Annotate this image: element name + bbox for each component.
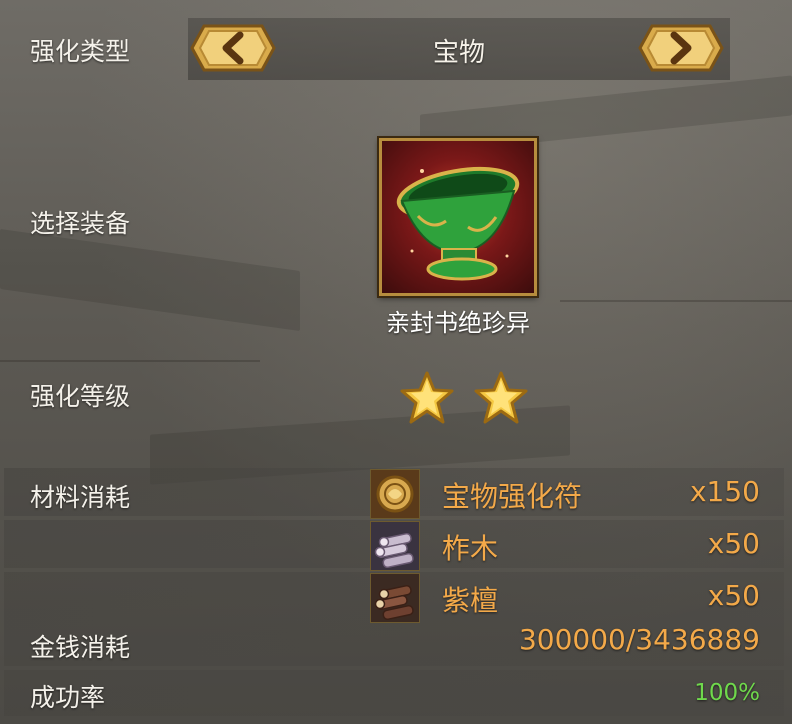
success-rate-label: 成功率 [30, 683, 106, 712]
success-rate-value: 100% [694, 680, 760, 706]
material-name: 宝物强化符 [442, 480, 583, 513]
material-quantity: x150 [689, 475, 760, 508]
enhance-level-label: 强化等级 [30, 382, 131, 411]
background-beam [560, 300, 792, 302]
money-value: 300000/3436889 [518, 623, 760, 656]
success-rate-row [4, 670, 784, 716]
jade-bowl-icon [396, 166, 520, 281]
star-icon [472, 370, 530, 426]
treasure-talisman-icon[interactable] [370, 469, 420, 519]
enhance-type-label: 强化类型 [30, 37, 131, 66]
background-beam [0, 360, 260, 362]
material-quantity: x50 [707, 579, 760, 612]
previous-type-button[interactable] [182, 18, 284, 78]
oak-logs-icon[interactable] [370, 521, 420, 571]
next-type-button[interactable] [630, 18, 732, 78]
material-cost-label: 材料消耗 [30, 483, 131, 512]
enhance-level-stars [398, 370, 538, 426]
equipment-slot[interactable] [379, 138, 537, 296]
chevron-left-icon [190, 24, 276, 72]
rosewood-logs-icon[interactable] [370, 573, 420, 623]
material-quantity: x50 [707, 527, 760, 560]
star-icon [398, 370, 456, 426]
select-equipment-label: 选择装备 [30, 209, 131, 238]
material-name: 柞木 [442, 532, 499, 565]
money-cost-label: 金钱消耗 [30, 633, 131, 662]
chevron-right-icon [638, 24, 724, 72]
background-roof [0, 228, 300, 332]
equipment-name: 亲封书绝珍异 [386, 309, 530, 337]
material-name: 紫檀 [442, 584, 499, 617]
